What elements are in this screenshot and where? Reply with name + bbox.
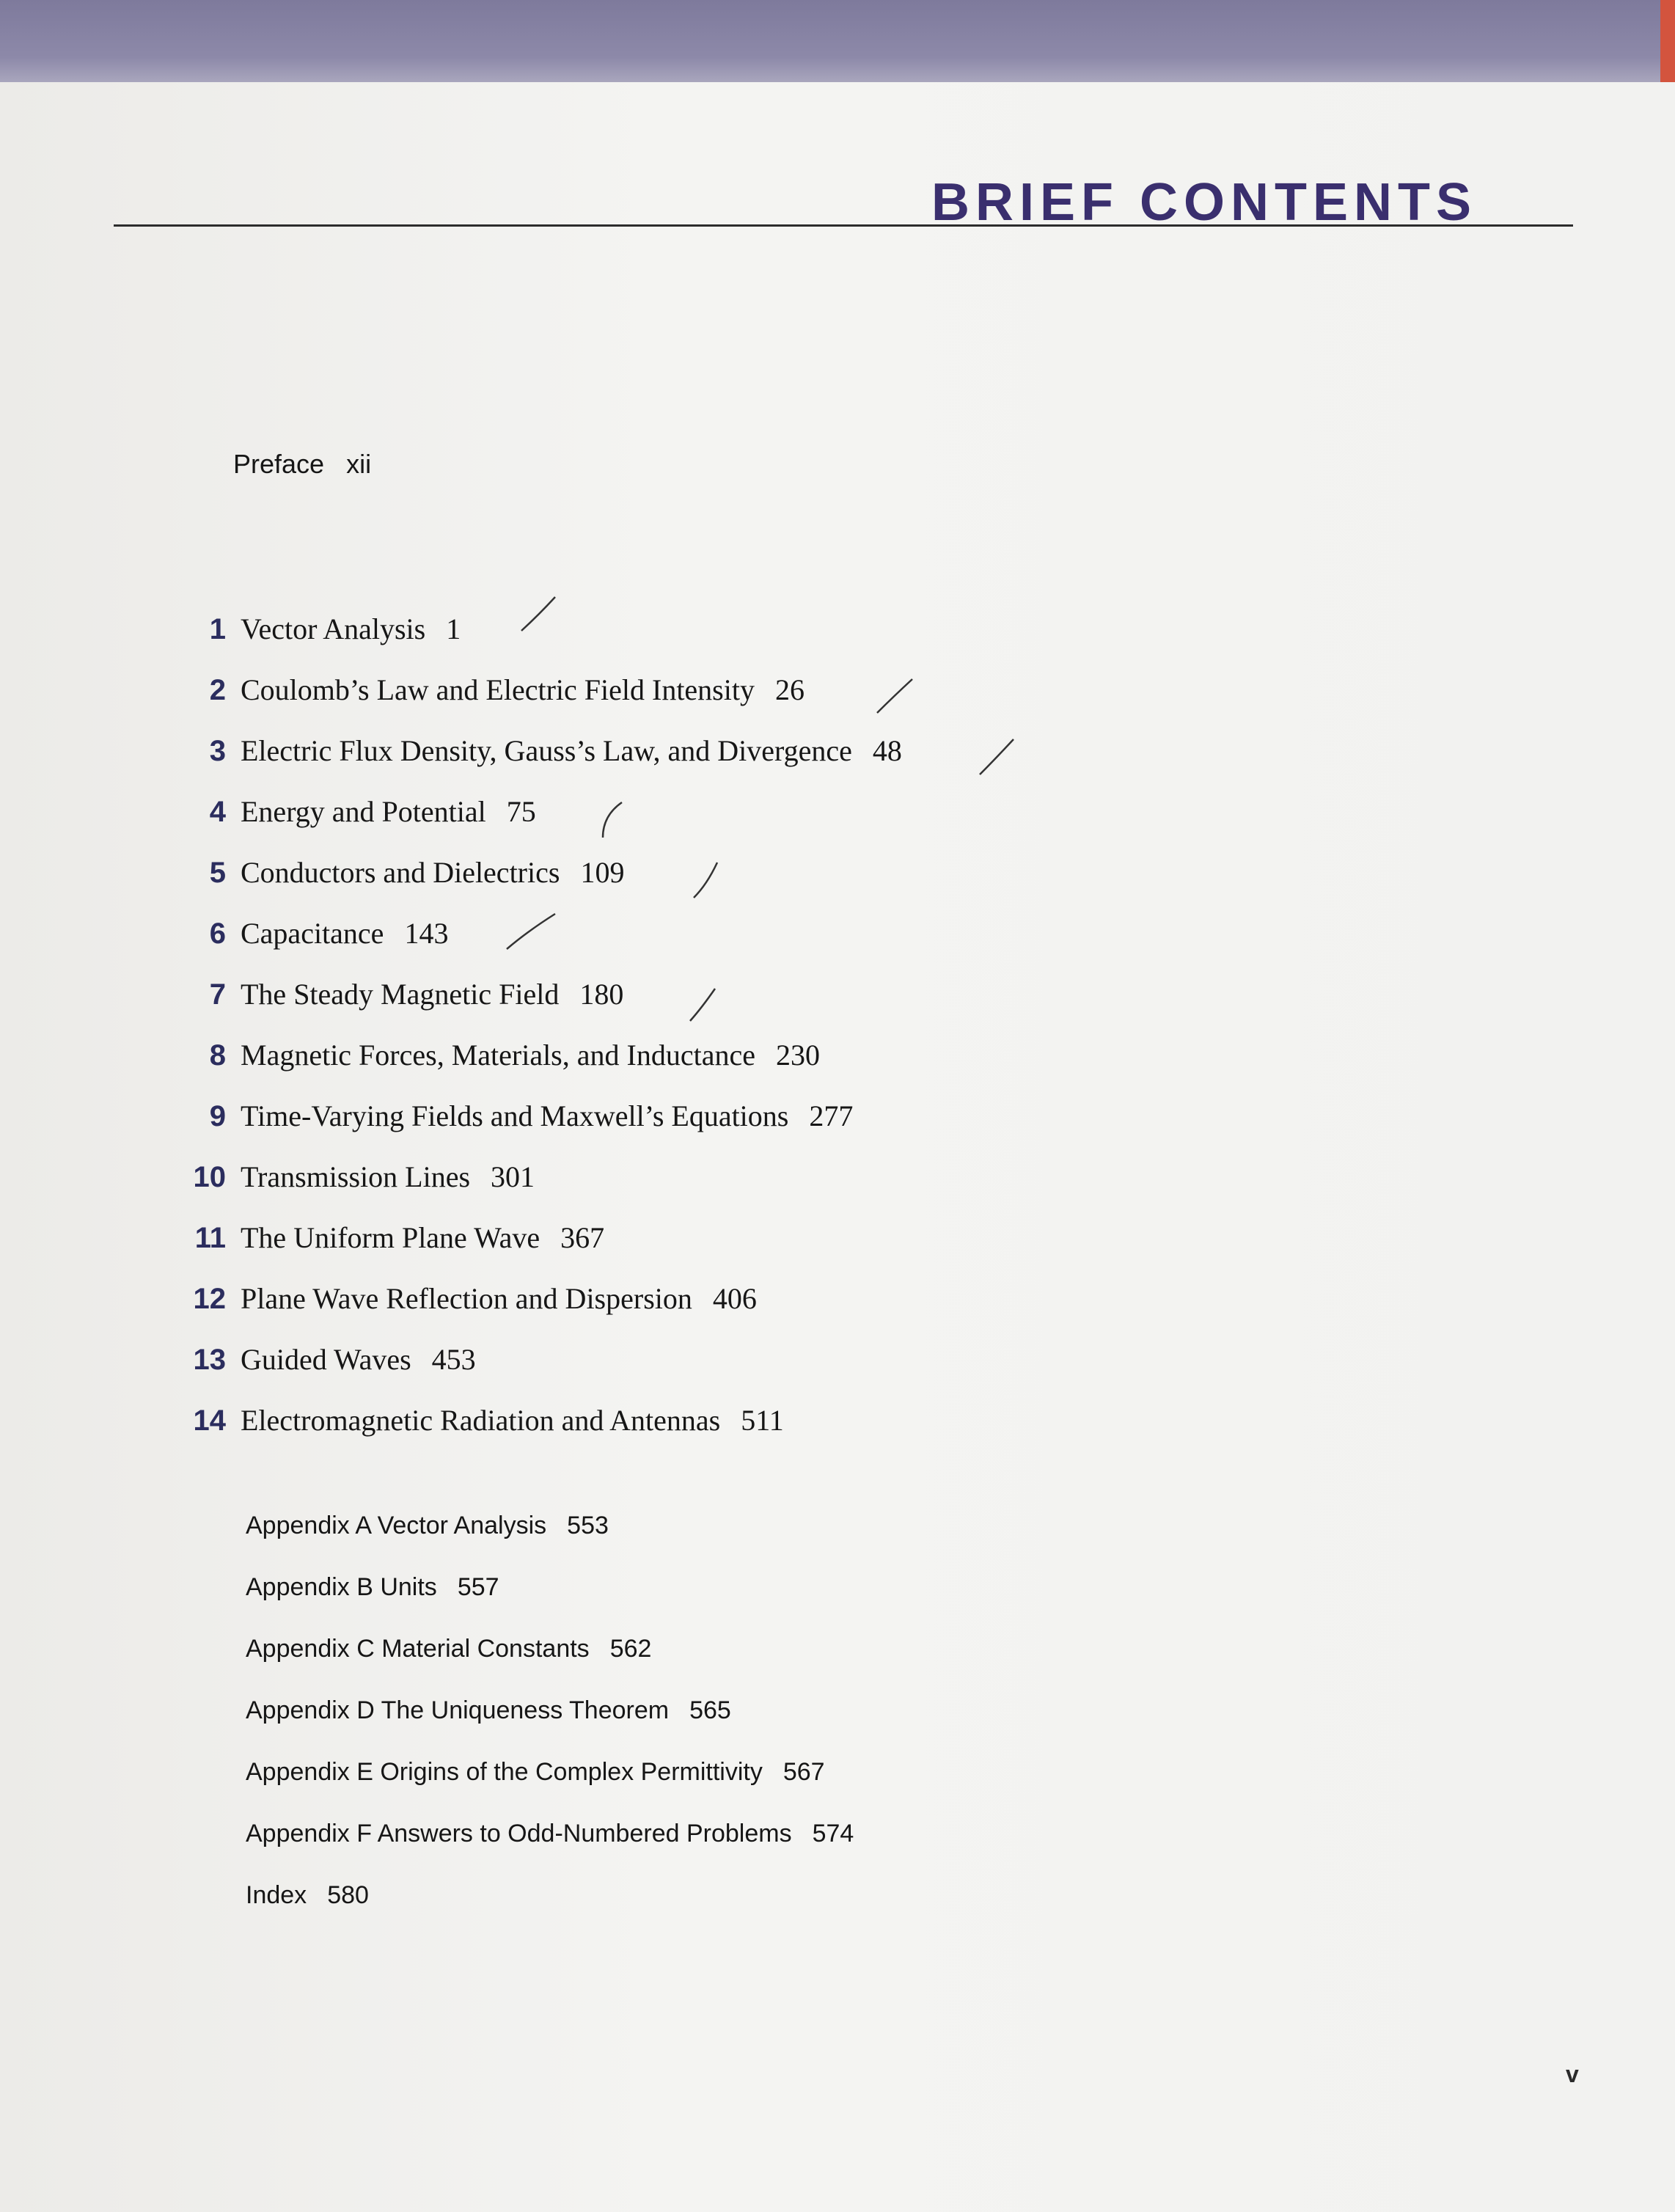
index-title: Index (246, 1881, 307, 1909)
chapter-number: 11 (194, 1222, 226, 1254)
chapter-number: 3 (209, 735, 226, 767)
chapter-title: Plane Wave Reflection and Dispersion (241, 1282, 692, 1315)
chapter-title: Coulomb’s Law and Electric Field Intensi… (241, 673, 755, 706)
chapter-number: 8 (209, 1039, 226, 1072)
chapter-title: Electromagnetic Radiation and Antennas (241, 1404, 721, 1437)
preface-page: xii (346, 449, 372, 479)
chapter-title: The Steady Magnetic Field (241, 978, 560, 1011)
chapter-entry[interactable]: 4 Energy and Potential 75 (185, 793, 536, 831)
appendix-page: 565 (689, 1696, 731, 1724)
chapter-title: The Uniform Plane Wave (241, 1221, 540, 1254)
chapter-number: 10 (193, 1161, 227, 1193)
chapter-entry[interactable]: 14 Electromagnetic Radiation and Antennas… (185, 1402, 784, 1440)
appendix-page: 562 (609, 1635, 652, 1663)
chapter-entry[interactable]: 7 The Steady Magnetic Field 180 (185, 975, 624, 1014)
appendix-entry[interactable]: Appendix D The Uniqueness Theorem 565 (246, 1694, 731, 1726)
chapter-number: 5 (209, 857, 226, 889)
preface-label: Preface (233, 449, 325, 479)
chapter-title: Transmission Lines (241, 1160, 471, 1193)
chapter-title: Vector Analysis (241, 612, 426, 645)
chapter-number: 12 (193, 1283, 227, 1315)
chapter-page: 277 (809, 1099, 854, 1132)
chapter-entry[interactable]: 9 Time-Varying Fields and Maxwell’s Equat… (185, 1097, 854, 1135)
chapter-page: 453 (431, 1343, 476, 1376)
preface-entry[interactable]: Preface xii (233, 449, 371, 480)
chapter-entry[interactable]: 3 Electric Flux Density, Gauss’s Law, and… (185, 732, 902, 770)
chapter-page: 48 (872, 734, 902, 767)
corner-mark (1660, 0, 1675, 82)
appendix-title: Appendix E Origins of the Complex Permit… (246, 1758, 763, 1786)
chapter-entry[interactable]: 1 Vector Analysis 1 (185, 610, 461, 648)
appendix-page: 553 (567, 1512, 609, 1539)
chapter-page: 26 (774, 673, 804, 706)
chapter-page: 75 (506, 795, 536, 828)
appendix-title: Appendix F Answers to Odd-Numbered Probl… (246, 1820, 792, 1847)
appendix-entry[interactable]: Appendix B Units 557 (246, 1571, 499, 1603)
chapter-title: Conductors and Dielectrics (241, 856, 560, 889)
chapter-page: 180 (579, 978, 624, 1011)
chapter-entry[interactable]: 5 Conductors and Dielectrics 109 (185, 854, 625, 892)
chapter-entry[interactable]: 13 Guided Waves 453 (185, 1341, 476, 1379)
chapter-page: 143 (404, 917, 449, 950)
chapter-page: 301 (491, 1160, 535, 1193)
chapter-number: 2 (209, 674, 226, 706)
appendix-title: Appendix B Units (246, 1573, 437, 1601)
appendix-entry[interactable]: Appendix F Answers to Odd-Numbered Probl… (246, 1817, 854, 1850)
index-page: 580 (327, 1881, 369, 1909)
chapter-page: 367 (560, 1221, 605, 1254)
chapter-number: 13 (193, 1344, 227, 1376)
title-rule (114, 224, 1573, 227)
pen-tick-mark (521, 596, 556, 631)
chapter-number: 9 (209, 1100, 226, 1132)
chapter-page: 511 (741, 1404, 784, 1437)
pen-tick-mark (689, 988, 716, 1022)
chapter-entry[interactable]: 6 Capacitance 143 (185, 915, 449, 953)
pen-tick-mark (601, 801, 623, 838)
chapter-entry[interactable]: 2 Coulomb’s Law and Electric Field Intens… (185, 671, 804, 709)
chapter-entry[interactable]: 10 Transmission Lines 301 (185, 1158, 535, 1196)
appendix-page: 557 (457, 1573, 499, 1601)
chapter-page: 109 (580, 856, 625, 889)
chapter-title: Capacitance (241, 917, 384, 950)
index-entry[interactable]: Index 580 (246, 1879, 369, 1911)
chapter-entry[interactable]: 11 The Uniform Plane Wave 367 (185, 1219, 604, 1257)
appendix-entry[interactable]: Appendix E Origins of the Complex Permit… (246, 1756, 825, 1788)
chapter-entry[interactable]: 12 Plane Wave Reflection and Dispersion 40… (185, 1280, 757, 1318)
page-number: v (1566, 2061, 1579, 2087)
page-title: BRIEF CONTENTS (931, 173, 1478, 232)
appendix-title: Appendix C Material Constants (246, 1635, 590, 1663)
chapter-title: Guided Waves (241, 1343, 411, 1376)
chapter-page: 1 (446, 612, 461, 645)
chapter-title: Time-Varying Fields and Maxwell’s Equati… (241, 1099, 789, 1132)
chapter-number: 7 (209, 978, 226, 1011)
pen-tick-mark (693, 862, 719, 898)
appendix-entry[interactable]: Appendix C Material Constants 562 (246, 1633, 651, 1665)
chapter-page: 406 (712, 1282, 757, 1315)
top-band (0, 0, 1675, 82)
chapter-number: 4 (209, 796, 226, 828)
chapter-title: Magnetic Forces, Materials, and Inductan… (241, 1039, 755, 1072)
pen-tick-mark (876, 678, 913, 714)
chapter-number: 6 (209, 918, 226, 950)
appendix-entry[interactable]: Appendix A Vector Analysis 553 (246, 1509, 609, 1542)
appendix-page: 574 (812, 1820, 854, 1847)
chapter-title: Energy and Potential (241, 795, 486, 828)
appendix-title: Appendix D The Uniqueness Theorem (246, 1696, 670, 1724)
chapter-page: 230 (775, 1039, 820, 1072)
chapter-number: 14 (193, 1405, 227, 1437)
chapter-entry[interactable]: 8 Magnetic Forces, Materials, and Inducta… (185, 1036, 820, 1074)
chapter-title: Electric Flux Density, Gauss’s Law, and … (241, 734, 852, 767)
appendix-title: Appendix A Vector Analysis (246, 1512, 547, 1539)
pen-tick-mark (506, 912, 556, 950)
appendix-page: 567 (782, 1758, 825, 1786)
chapter-number: 1 (209, 613, 226, 645)
pen-tick-mark (979, 739, 1014, 775)
